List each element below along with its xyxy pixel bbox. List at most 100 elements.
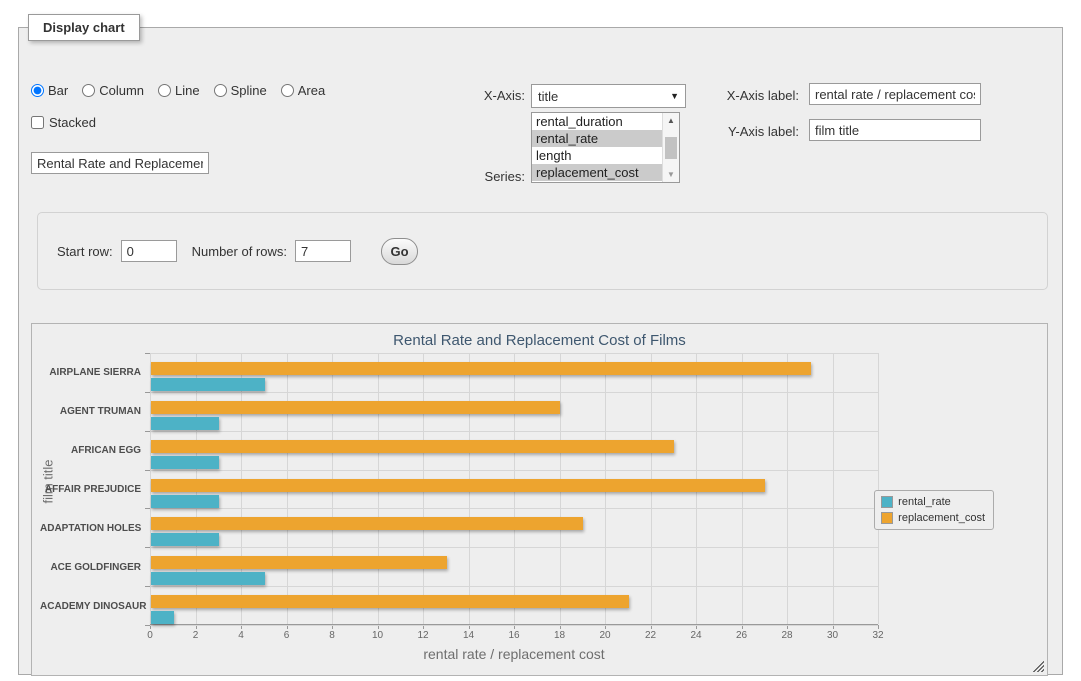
gridline-vertical	[878, 353, 879, 624]
gridline-vertical	[787, 353, 788, 624]
series-select-label: Series:	[445, 169, 525, 184]
x-axis-tick-label: 12	[417, 630, 428, 641]
chart-type-radio-line[interactable]	[158, 84, 171, 97]
chart-type-radio-bar[interactable]	[31, 84, 44, 97]
x-axis-label-input[interactable]	[809, 83, 981, 105]
x-axis-tick-label: 24	[690, 630, 701, 641]
gridline-horizontal	[150, 625, 878, 626]
stacked-label: Stacked	[49, 115, 96, 130]
chart-title: Rental Rate and Replacement Cost of Film…	[32, 332, 1047, 349]
start-row-input[interactable]	[121, 240, 177, 262]
category-label: AFFAIR PREJUDICE	[40, 484, 150, 495]
x-axis-tick-label: 14	[463, 630, 474, 641]
scroll-down-icon[interactable]: ▼	[663, 167, 679, 182]
y-axis-tick	[145, 547, 150, 548]
bar-rental_rate[interactable]	[151, 495, 219, 508]
series-multiselect[interactable]: rental_durationrental_ratelengthreplacem…	[531, 112, 680, 183]
x-axis-tick-label: 18	[554, 630, 565, 641]
chart-type-label[interactable]: Bar	[48, 83, 68, 98]
chart-type-label[interactable]: Spline	[231, 83, 267, 98]
bar-replacement_cost[interactable]	[151, 440, 674, 453]
legend-swatch-rental-rate	[881, 496, 893, 508]
bar-replacement_cost[interactable]	[151, 401, 560, 414]
gridline-horizontal	[150, 508, 878, 509]
num-rows-input[interactable]	[295, 240, 351, 262]
go-button[interactable]: Go	[381, 238, 418, 265]
x-axis-tick-labels: 02468101214161820222426283032	[150, 630, 878, 642]
gridline-horizontal	[150, 353, 878, 354]
x-axis-tick-label: 0	[147, 630, 153, 641]
chart-type-radio-area[interactable]	[281, 84, 294, 97]
x-axis-tick	[878, 625, 879, 629]
x-axis-tick-label: 26	[736, 630, 747, 641]
y-axis-tick	[145, 431, 150, 432]
chart-type-label[interactable]: Area	[298, 83, 325, 98]
chart-legend[interactable]: rental_rate replacement_cost	[874, 490, 994, 530]
chart-type-radio-column[interactable]	[82, 84, 95, 97]
bar-rental_rate[interactable]	[151, 533, 219, 546]
x-axis-title: rental rate / replacement cost	[150, 646, 878, 662]
category-label: AIRPLANE SIERRA	[40, 367, 150, 378]
category-label: ACE GOLDFINGER	[40, 562, 150, 573]
legend-label: rental_rate	[898, 496, 951, 508]
scrollbar-thumb[interactable]	[665, 137, 677, 159]
plot-area: AIRPLANE SIERRAAGENT TRUMANAFRICAN EGGAF…	[150, 353, 878, 625]
num-rows-label: Number of rows:	[192, 244, 287, 259]
bar-rental_rate[interactable]	[151, 456, 219, 469]
y-axis-tick	[145, 586, 150, 587]
bar-rental_rate[interactable]	[151, 417, 219, 430]
legend-item[interactable]: replacement_cost	[881, 512, 985, 524]
bar-replacement_cost[interactable]	[151, 479, 765, 492]
x-axis-tick-label: 2	[193, 630, 199, 641]
x-axis-tick-label: 4	[238, 630, 244, 641]
x-axis-tick-label: 6	[284, 630, 290, 641]
bar-replacement_cost[interactable]	[151, 595, 629, 608]
gridline-horizontal	[150, 470, 878, 471]
bar-rental_rate[interactable]	[151, 572, 265, 585]
chart-title-input[interactable]	[31, 152, 209, 174]
bar-replacement_cost[interactable]	[151, 556, 447, 569]
chart-container: Rental Rate and Replacement Cost of Film…	[31, 323, 1048, 676]
y-axis-tick	[145, 508, 150, 509]
gridline-horizontal	[150, 586, 878, 587]
chart-type-radio-spline[interactable]	[214, 84, 227, 97]
gridline-horizontal	[150, 431, 878, 432]
gridline-horizontal	[150, 547, 878, 548]
chart-type-label[interactable]: Line	[175, 83, 200, 98]
series-options: rental_durationrental_ratelengthreplacem…	[532, 113, 662, 182]
legend-swatch-replacement-cost	[881, 512, 893, 524]
category-label: AGENT TRUMAN	[40, 406, 150, 417]
gridline-horizontal	[150, 392, 878, 393]
bar-replacement_cost[interactable]	[151, 517, 583, 530]
x-axis-tick-label: 10	[372, 630, 383, 641]
series-option-rental_rate[interactable]: rental_rate	[532, 130, 662, 147]
x-axis-label-field-label: X-Axis label:	[649, 88, 799, 103]
x-axis-tick-label: 20	[599, 630, 610, 641]
legend-label: replacement_cost	[898, 512, 985, 524]
start-row-label: Start row:	[57, 244, 113, 259]
x-axis-tick-label: 28	[781, 630, 792, 641]
series-option-replacement_cost[interactable]: replacement_cost	[532, 164, 662, 181]
chart-type-label[interactable]: Column	[99, 83, 144, 98]
x-axis-tick-label: 16	[508, 630, 519, 641]
row-range-panel: Start row: Number of rows: Go	[37, 212, 1048, 290]
x-axis-tick-label: 22	[645, 630, 656, 641]
stacked-checkbox[interactable]	[31, 116, 44, 129]
category-label: ACADEMY DINOSAUR	[40, 601, 150, 612]
y-axis-tick	[145, 470, 150, 471]
bar-rental_rate[interactable]	[151, 611, 174, 624]
series-option-rental_duration[interactable]: rental_duration	[532, 113, 662, 130]
display-chart-panel: Display chart Bar Column Line Spline Area St…	[18, 14, 1063, 675]
bar-rental_rate[interactable]	[151, 378, 265, 391]
stacked-row: Stacked	[31, 115, 96, 130]
bar-replacement_cost[interactable]	[151, 362, 811, 375]
y-axis-tick	[145, 353, 150, 354]
x-axis-select-label: X-Axis:	[445, 88, 525, 103]
chart-type-radio-group: Bar Column Line Spline Area	[31, 83, 335, 98]
y-axis-label-input[interactable]	[809, 119, 981, 141]
resize-handle-icon[interactable]	[1033, 661, 1044, 672]
category-label: AFRICAN EGG	[40, 445, 150, 456]
panel-title: Display chart	[28, 14, 140, 41]
series-option-length[interactable]: length	[532, 147, 662, 164]
legend-item[interactable]: rental_rate	[881, 496, 985, 508]
